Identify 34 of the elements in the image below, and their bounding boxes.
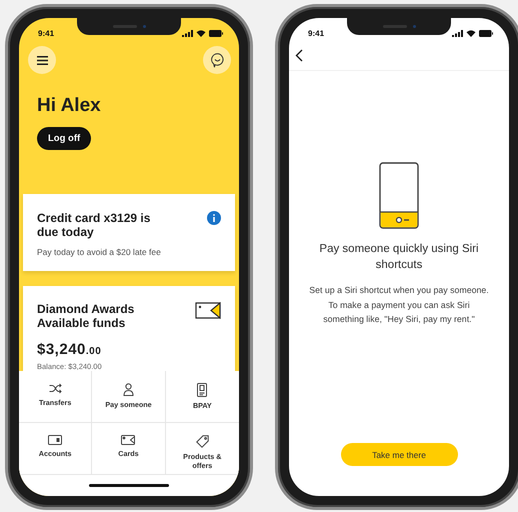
status-time: 9:41 xyxy=(38,28,54,38)
alert-title: Credit card x3129 is due today xyxy=(37,211,152,239)
wifi-icon xyxy=(196,30,206,36)
card-icon xyxy=(121,435,136,445)
chat-button[interactable] xyxy=(203,46,231,74)
phone-document-icon xyxy=(197,383,208,397)
account-name: Diamond Awards xyxy=(37,302,134,316)
account-subtitle: Available funds xyxy=(37,316,126,330)
battery-icon xyxy=(209,30,223,36)
menu-button[interactable] xyxy=(28,46,56,74)
shortcut-heading: Pay someone quickly using Siri shortcuts xyxy=(318,242,480,273)
shortcut-description: Set up a Siri shortcut when you pay someone. To make a payment you can ask Siri something like, "Hey Siri, pay my rent." xyxy=(308,284,490,326)
battery-icon xyxy=(479,30,493,36)
person-icon xyxy=(122,383,134,396)
tag-icon xyxy=(196,435,209,448)
chevron-left-icon xyxy=(295,48,303,62)
greeting-heading: Hi Alex xyxy=(37,95,102,117)
funds-amount: $3,240.00 xyxy=(37,341,102,358)
back-button[interactable] xyxy=(293,46,305,64)
alert-card[interactable]: Credit card x3129 is due today Pay today to avoid a $20 late fee xyxy=(23,194,235,271)
signal-icon xyxy=(182,30,193,36)
signal-icon xyxy=(452,30,463,36)
smile-bubble-icon xyxy=(210,52,224,68)
wifi-icon xyxy=(466,30,476,36)
status-time: 9:41 xyxy=(308,28,324,38)
take-me-there-button[interactable]: Take me there xyxy=(340,443,458,466)
info-icon xyxy=(207,211,221,225)
alert-text: Pay today to avoid a $20 late fee xyxy=(37,247,162,257)
card-icon xyxy=(195,302,221,319)
wallet-icon xyxy=(48,435,62,445)
menu-icon xyxy=(36,56,48,64)
shuffle-icon xyxy=(48,383,62,394)
log-off-button[interactable]: Log off xyxy=(37,127,92,150)
phone-drawing xyxy=(379,162,419,229)
